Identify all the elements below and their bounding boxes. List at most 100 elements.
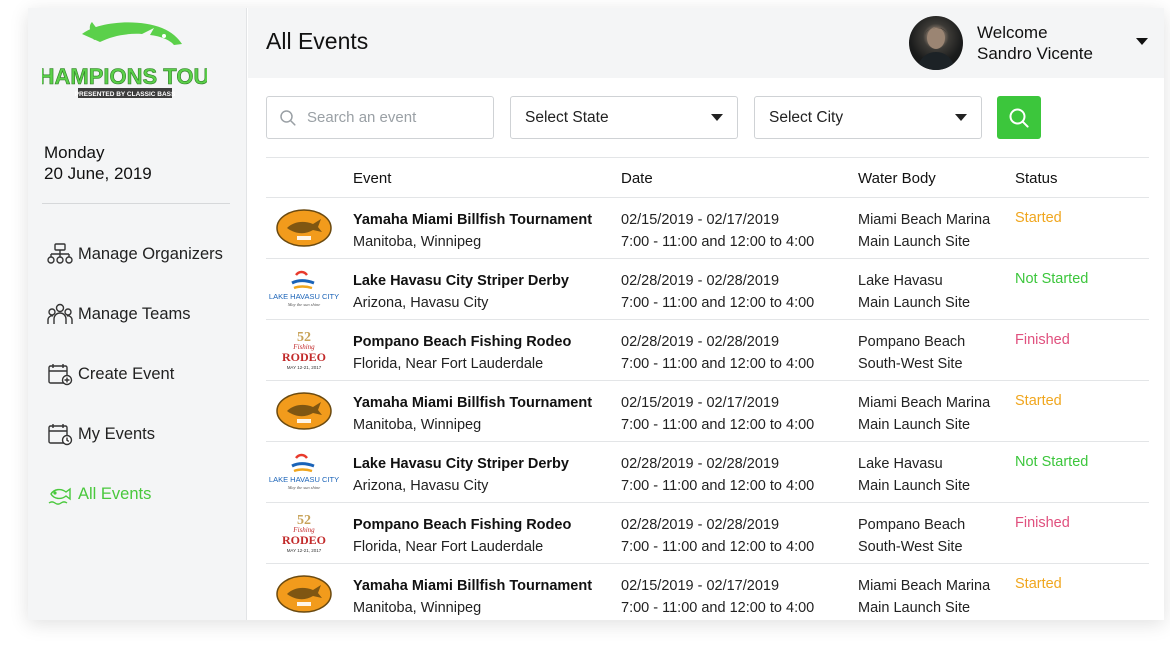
water-body-name: Pompano Beach bbox=[858, 334, 966, 350]
water-body-cell: Miami Beach Marina Main Launch Site bbox=[858, 210, 990, 253]
date-cell: 02/28/2019 - 02/28/2019 7:00 - 11:00 and… bbox=[621, 332, 814, 375]
chevron-down-icon bbox=[955, 114, 967, 121]
calendar-clock-icon bbox=[46, 421, 74, 447]
column-header-water-body[interactable]: Water Body bbox=[858, 170, 936, 187]
water-body-site: Main Launch Site bbox=[858, 233, 971, 250]
water-body-site: Main Launch Site bbox=[858, 294, 971, 311]
svg-text:PRESENTED BY CLASSIC BASS: PRESENTED BY CLASSIC BASS bbox=[75, 91, 176, 98]
event-cell: Lake Havasu City Striper Derby Arizona, … bbox=[353, 271, 569, 314]
svg-text:LAKE HAVASU CITY: LAKE HAVASU CITY bbox=[269, 292, 339, 301]
status-badge: Finished bbox=[1015, 515, 1070, 531]
sidebar-item-label: My Events bbox=[78, 424, 156, 443]
date-weekday: Monday bbox=[44, 143, 105, 162]
city-select[interactable]: Select City bbox=[754, 96, 982, 139]
event-location: Florida, Near Fort Lauderdale bbox=[353, 355, 544, 372]
event-logo: LAKE HAVASU CITY May the sun shine bbox=[268, 450, 340, 494]
event-name[interactable]: Yamaha Miami Billfish Tournament bbox=[353, 393, 592, 415]
sidebar-item-my-events[interactable]: My Events bbox=[46, 420, 155, 448]
current-date: Monday 20 June, 2019 bbox=[44, 142, 152, 184]
water-body-cell: Pompano Beach South-West Site bbox=[858, 332, 965, 375]
water-body-cell: Pompano Beach South-West Site bbox=[858, 515, 965, 558]
events-table: Event Date Water Body Status Yamaha Miam… bbox=[266, 157, 1149, 620]
date-cell: 02/15/2019 - 02/17/2019 7:00 - 11:00 and… bbox=[621, 393, 814, 436]
event-cell: Yamaha Miami Billfish Tournament Manitob… bbox=[353, 393, 592, 436]
event-logo bbox=[268, 389, 340, 433]
column-header-status[interactable]: Status bbox=[1015, 170, 1058, 187]
water-body-name: Lake Havasu bbox=[858, 456, 943, 472]
sidebar-item-manage-teams[interactable]: Manage Teams bbox=[46, 300, 191, 328]
water-body-site: Main Launch Site bbox=[858, 416, 971, 433]
event-times: 7:00 - 11:00 and 12:00 to 4:00 bbox=[621, 477, 815, 494]
date-cell: 02/28/2019 - 02/28/2019 7:00 - 11:00 and… bbox=[621, 454, 814, 497]
search-box[interactable] bbox=[266, 96, 494, 139]
table-row[interactable]: LAKE HAVASU CITY May the sun shine Lake H… bbox=[266, 259, 1149, 320]
svg-text:MAY 12-21, 2017: MAY 12-21, 2017 bbox=[287, 548, 322, 553]
page-title: All Events bbox=[266, 28, 369, 54]
event-logo: LAKE HAVASU CITY May the sun shine bbox=[268, 267, 340, 311]
user-greeting[interactable]: Welcome Sandro Vicente bbox=[977, 22, 1093, 64]
date-cell: 02/15/2019 - 02/17/2019 7:00 - 11:00 and… bbox=[621, 576, 814, 619]
event-logo: 52 Fishing RODEO MAY 12-21, 2017 bbox=[268, 328, 340, 372]
event-dates: 02/15/2019 - 02/17/2019 bbox=[621, 212, 780, 228]
status-badge: Started bbox=[1015, 576, 1062, 592]
water-body-cell: Miami Beach Marina Main Launch Site bbox=[858, 393, 990, 436]
water-body-name: Miami Beach Marina bbox=[858, 395, 991, 411]
event-name[interactable]: Pompano Beach Fishing Rodeo bbox=[353, 515, 571, 537]
table-row[interactable]: Yamaha Miami Billfish Tournament Manitob… bbox=[266, 381, 1149, 442]
table-row[interactable]: 52 Fishing RODEO MAY 12-21, 2017 Pompano Be… bbox=[266, 503, 1149, 564]
state-select-label: Select State bbox=[525, 108, 609, 126]
table-row[interactable]: 52 Fishing RODEO MAY 12-21, 2017 Pompano Be… bbox=[266, 320, 1149, 381]
event-dates: 02/28/2019 - 02/28/2019 bbox=[621, 273, 780, 289]
search-button[interactable] bbox=[997, 96, 1041, 139]
app-window: CHAMPIONS TOUR PRESENTED BY CLASSIC BASS… bbox=[28, 8, 1164, 620]
event-times: 7:00 - 11:00 and 12:00 to 4:00 bbox=[621, 233, 815, 250]
sidebar-item-all-events[interactable]: All Events bbox=[46, 480, 151, 508]
sidebar-item-manage-organizers[interactable]: Manage Organizers bbox=[46, 240, 223, 268]
event-location: Arizona, Havasu City bbox=[353, 477, 489, 494]
water-body-cell: Miami Beach Marina Main Launch Site bbox=[858, 576, 990, 619]
water-body-site: Main Launch Site bbox=[858, 477, 971, 494]
event-times: 7:00 - 11:00 and 12:00 to 4:00 bbox=[621, 599, 815, 616]
water-body-name: Pompano Beach bbox=[858, 517, 966, 533]
svg-text:LAKE HAVASU CITY: LAKE HAVASU CITY bbox=[269, 475, 339, 484]
table-row[interactable]: Yamaha Miami Billfish Tournament Manitob… bbox=[266, 564, 1149, 620]
event-name[interactable]: Yamaha Miami Billfish Tournament bbox=[353, 576, 592, 598]
svg-text:RODEO: RODEO bbox=[282, 533, 326, 547]
event-location: Manitoba, Winnipeg bbox=[353, 416, 482, 433]
event-dates: 02/15/2019 - 02/17/2019 bbox=[621, 578, 780, 594]
organizers-icon bbox=[46, 241, 74, 267]
event-location: Florida, Near Fort Lauderdale bbox=[353, 538, 544, 555]
table-row[interactable]: Yamaha Miami Billfish Tournament Manitob… bbox=[266, 198, 1149, 259]
event-dates: 02/28/2019 - 02/28/2019 bbox=[621, 456, 780, 472]
sidebar-item-label: Create Event bbox=[78, 364, 175, 383]
search-input[interactable] bbox=[307, 109, 487, 126]
top-header: All Events Welcome Sandro Vicente bbox=[248, 8, 1164, 78]
chevron-down-icon[interactable] bbox=[1136, 38, 1148, 45]
event-name[interactable]: Lake Havasu City Striper Derby bbox=[353, 454, 569, 476]
sidebar-item-create-event[interactable]: Create Event bbox=[46, 360, 174, 388]
svg-text:May the sun shine: May the sun shine bbox=[287, 485, 321, 490]
user-name: Sandro Vicente bbox=[977, 44, 1093, 63]
sidebar-item-label: All Events bbox=[78, 484, 152, 503]
table-row[interactable]: LAKE HAVASU CITY May the sun shine Lake H… bbox=[266, 442, 1149, 503]
state-select[interactable]: Select State bbox=[510, 96, 738, 139]
event-name[interactable]: Lake Havasu City Striper Derby bbox=[353, 271, 569, 293]
event-name[interactable]: Yamaha Miami Billfish Tournament bbox=[353, 210, 592, 232]
svg-text:RODEO: RODEO bbox=[282, 350, 326, 364]
svg-text:May the sun shine: May the sun shine bbox=[287, 302, 321, 307]
event-dates: 02/28/2019 - 02/28/2019 bbox=[621, 517, 780, 533]
event-cell: Pompano Beach Fishing Rodeo Florida, Nea… bbox=[353, 515, 571, 558]
avatar[interactable] bbox=[909, 16, 963, 70]
champions-tour-logo[interactable]: CHAMPIONS TOUR PRESENTED BY CLASSIC BASS bbox=[28, 18, 226, 100]
water-body-site: Main Launch Site bbox=[858, 599, 971, 616]
event-name[interactable]: Pompano Beach Fishing Rodeo bbox=[353, 332, 571, 354]
sidebar-item-label: Manage Organizers bbox=[78, 244, 223, 263]
event-logo bbox=[268, 572, 340, 616]
date-cell: 02/28/2019 - 02/28/2019 7:00 - 11:00 and… bbox=[621, 515, 814, 558]
teams-icon bbox=[46, 301, 74, 327]
column-header-event[interactable]: Event bbox=[353, 170, 391, 187]
column-header-date[interactable]: Date bbox=[621, 170, 653, 187]
event-logo: 52 Fishing RODEO MAY 12-21, 2017 bbox=[268, 511, 340, 555]
search-icon bbox=[1009, 108, 1029, 128]
water-body-cell: Lake Havasu Main Launch Site bbox=[858, 271, 970, 314]
